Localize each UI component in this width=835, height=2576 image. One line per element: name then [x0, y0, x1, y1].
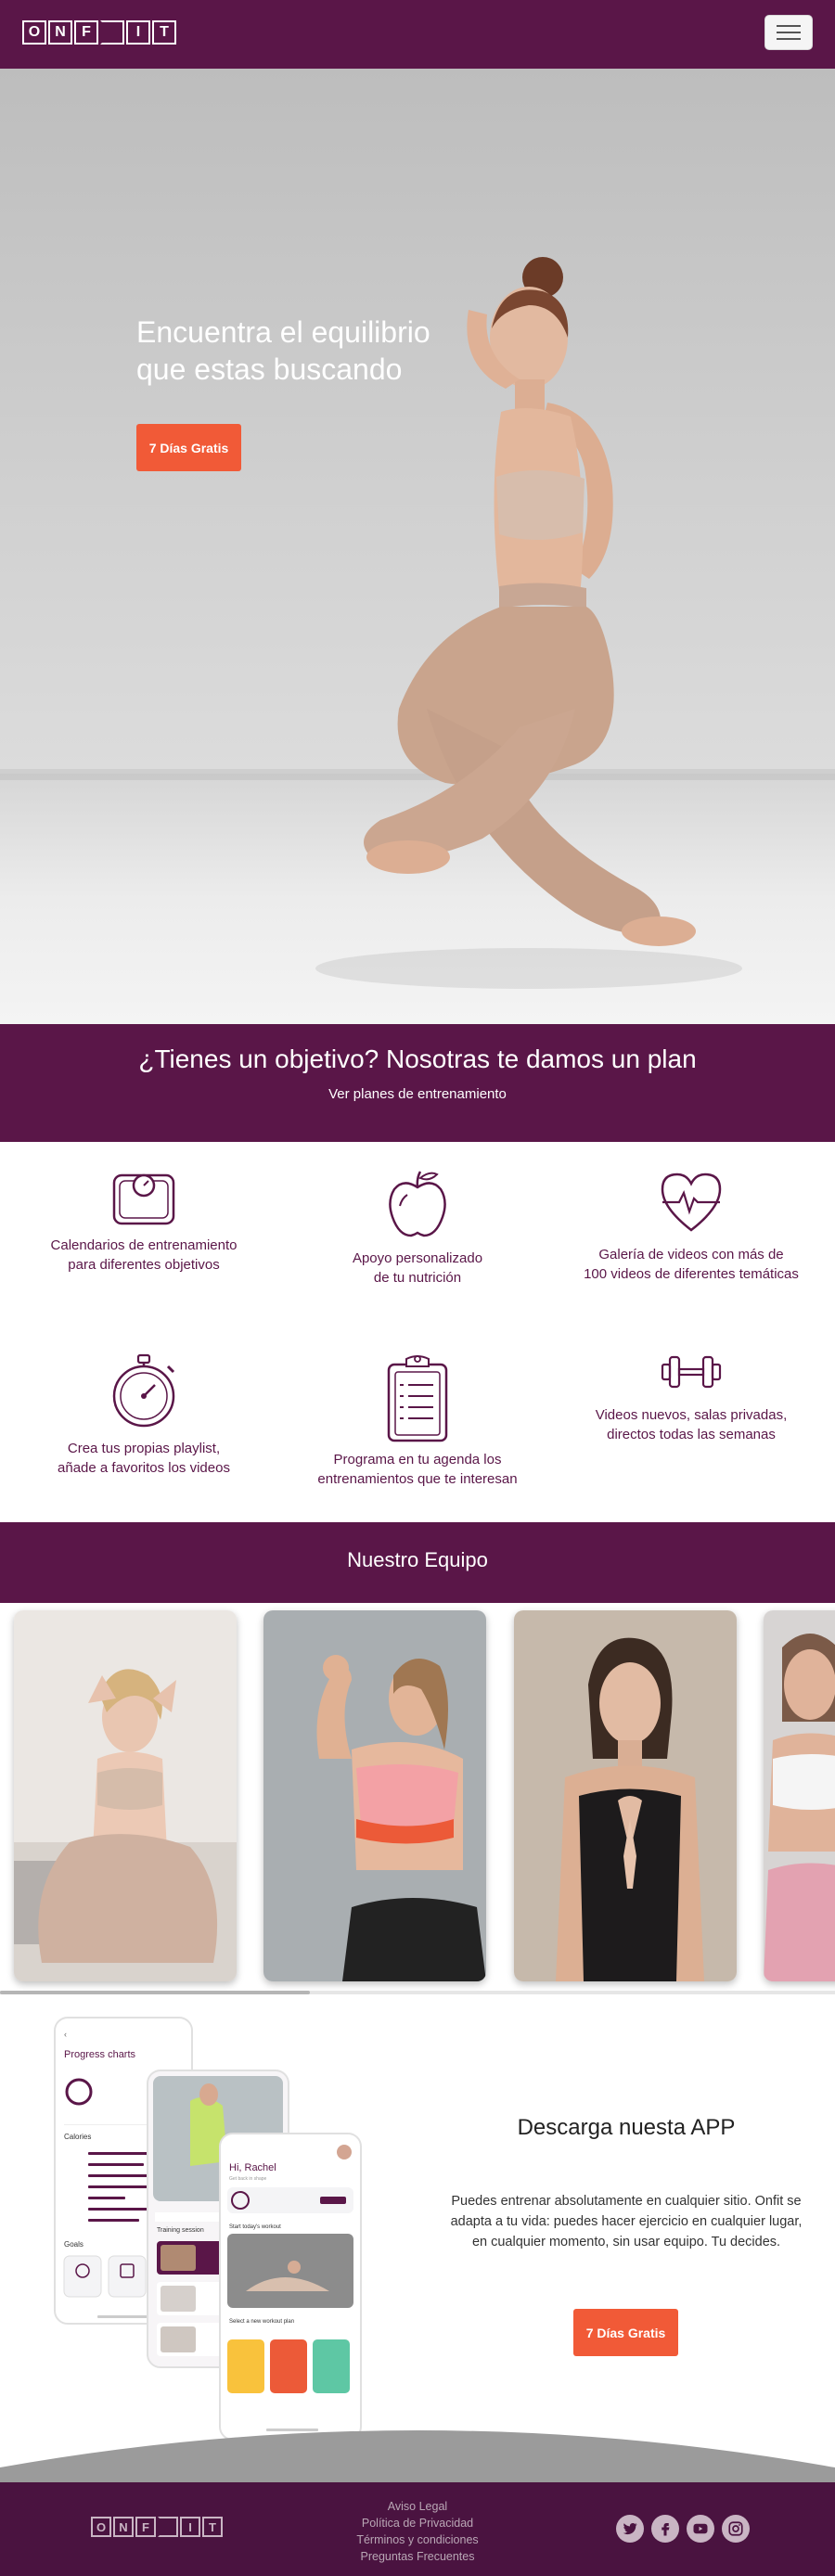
- feature-text-line1: Programa en tu agenda los: [333, 1452, 502, 1467]
- footer-links: Aviso Legal Política de Privacidad Térmi…: [334, 2498, 501, 2565]
- facebook-icon[interactable]: [651, 2515, 679, 2543]
- logo-letter: [158, 2517, 178, 2537]
- social-links: [616, 2515, 750, 2543]
- footer-onfit-logo[interactable]: O N F I T: [91, 2517, 223, 2537]
- instagram-icon[interactable]: [722, 2515, 750, 2543]
- feature-calendars: Calendarios de entrenamiento para diferen…: [23, 1171, 264, 1275]
- feature-text-line1: Apoyo personalizado: [352, 1250, 483, 1266]
- footer-link-privacy[interactable]: Política de Privacidad: [334, 2515, 501, 2531]
- feature-text-line2: para diferentes objetivos: [68, 1257, 220, 1273]
- scale-icon: [112, 1173, 175, 1225]
- logo-letter: O: [91, 2517, 111, 2537]
- team-carousel[interactable]: [0, 1603, 835, 1993]
- footer: O N F I T Aviso Legal Política de Privac…: [0, 2483, 835, 2576]
- feature-text-line2: 100 videos de diferentes temáticas: [584, 1266, 799, 1282]
- navbar: O N F I T: [0, 0, 835, 69]
- feature-text-line2: añade a favoritos los videos: [58, 1460, 230, 1476]
- team-member-card[interactable]: [14, 1610, 237, 1981]
- objective-section: ¿Tienes un objetivo? Nosotras te damos u…: [0, 1024, 835, 1142]
- feature-text-line1: Galería de videos con más de: [598, 1247, 784, 1262]
- hero-title-line2: que estas buscando: [136, 352, 403, 386]
- dumbbell-icon: [661, 1355, 722, 1389]
- team-title: Nuestro Equipo: [347, 1548, 488, 1571]
- feature-agenda: Programa en tu agenda los entrenamientos …: [297, 1353, 538, 1489]
- hero-title: Encuentra el equilibrio que estas buscan…: [136, 314, 526, 388]
- logo-letter: N: [113, 2517, 134, 2537]
- logo-letter: T: [152, 20, 176, 45]
- footer-link-faq[interactable]: Preguntas Frecuentes: [334, 2548, 501, 2565]
- hero-section: Encuentra el equilibrio que estas buscan…: [0, 69, 835, 1024]
- stopwatch-icon: [112, 1353, 175, 1428]
- feature-text-line2: directos todas las semanas: [607, 1427, 776, 1442]
- logo-letter: F: [135, 2517, 156, 2537]
- hero-title-line1: Encuentra el equilibrio: [136, 315, 430, 349]
- feature-text-line2: entrenamientos que te interesan: [317, 1471, 518, 1487]
- logo-letter: I: [126, 20, 150, 45]
- app-screenshots-image: ‹ Progress charts Calories Goals Trainin…: [54, 2017, 362, 2441]
- svg-text:Goals: Goals: [64, 2240, 84, 2249]
- team-member-photo: [14, 1610, 237, 1981]
- objective-title: ¿Tienes un objetivo? Nosotras te damos u…: [138, 1044, 697, 1073]
- team-member-card[interactable]: [764, 1610, 835, 1981]
- svg-text:Training session: Training session: [157, 2227, 204, 2234]
- feature-text-line2: de tu nutrición: [373, 1270, 462, 1286]
- twitter-icon[interactable]: [616, 2515, 644, 2543]
- svg-text:‹: ‹: [64, 2030, 67, 2039]
- svg-text:Hi, Rachel: Hi, Rachel: [229, 2162, 276, 2173]
- feature-nutrition: Apoyo personalizado de tu nutrición: [297, 1169, 538, 1288]
- app-download-section: ‹ Progress charts Calories Goals Trainin…: [0, 1994, 835, 2481]
- app-free-trial-button[interactable]: 7 Días Gratis: [573, 2309, 678, 2356]
- logo-letter: [100, 20, 124, 45]
- feature-text-line1: Crea tus propias playlist,: [67, 1441, 221, 1456]
- features-section: Calendarios de entrenamiento para diferen…: [0, 1142, 835, 1522]
- app-description: Puedes entrenar absolutamente en cualqui…: [450, 2194, 803, 2249]
- team-header: Nuestro Equipo: [0, 1522, 835, 1603]
- clipboard-icon: [387, 1355, 448, 1442]
- app-title: Descarga nuesta APP: [517, 2115, 736, 2140]
- footer-wave-divider: [0, 2430, 835, 2486]
- logo-letter: N: [48, 20, 72, 45]
- team-member-photo: [514, 1610, 737, 1981]
- logo-letter: O: [22, 20, 46, 45]
- hamburger-menu-icon[interactable]: [764, 15, 813, 50]
- footer-link-legal[interactable]: Aviso Legal: [334, 2498, 501, 2515]
- onfit-logo[interactable]: O N F I T: [22, 20, 176, 45]
- svg-text:Start today's workout: Start today's workout: [229, 2224, 281, 2230]
- logo-letter: T: [202, 2517, 223, 2537]
- team-member-card[interactable]: [514, 1610, 737, 1981]
- logo-letter: I: [180, 2517, 200, 2537]
- svg-text:Calories: Calories: [64, 2133, 91, 2141]
- feature-playlist: Crea tus propias playlist, añade a favori…: [23, 1353, 264, 1478]
- logo-letter: F: [74, 20, 98, 45]
- feature-live: Videos nuevos, salas privadas, directos t…: [571, 1352, 812, 1444]
- phone1-title: Progress charts: [64, 2049, 136, 2060]
- team-member-card[interactable]: [263, 1610, 486, 1981]
- training-plans-link[interactable]: Ver planes de entrenamiento: [0, 1086, 835, 1102]
- youtube-icon[interactable]: [687, 2515, 714, 2543]
- footer-link-terms[interactable]: Términos y condiciones: [334, 2531, 501, 2548]
- hero-free-trial-button[interactable]: 7 Días Gratis: [136, 424, 241, 471]
- svg-text:Select a new workout plan: Select a new workout plan: [229, 2319, 294, 2325]
- team-member-photo: [263, 1610, 486, 1981]
- apple-icon: [389, 1171, 446, 1237]
- feature-text-line1: Calendarios de entrenamiento: [50, 1237, 238, 1253]
- feature-videos: Galería de videos con más de 100 videos d…: [571, 1171, 812, 1284]
- svg-text:Get back in shape: Get back in shape: [229, 2176, 267, 2182]
- team-member-photo: [764, 1610, 835, 1981]
- heartbeat-icon: [661, 1173, 722, 1232]
- feature-text-line1: Videos nuevos, salas privadas,: [595, 1407, 788, 1423]
